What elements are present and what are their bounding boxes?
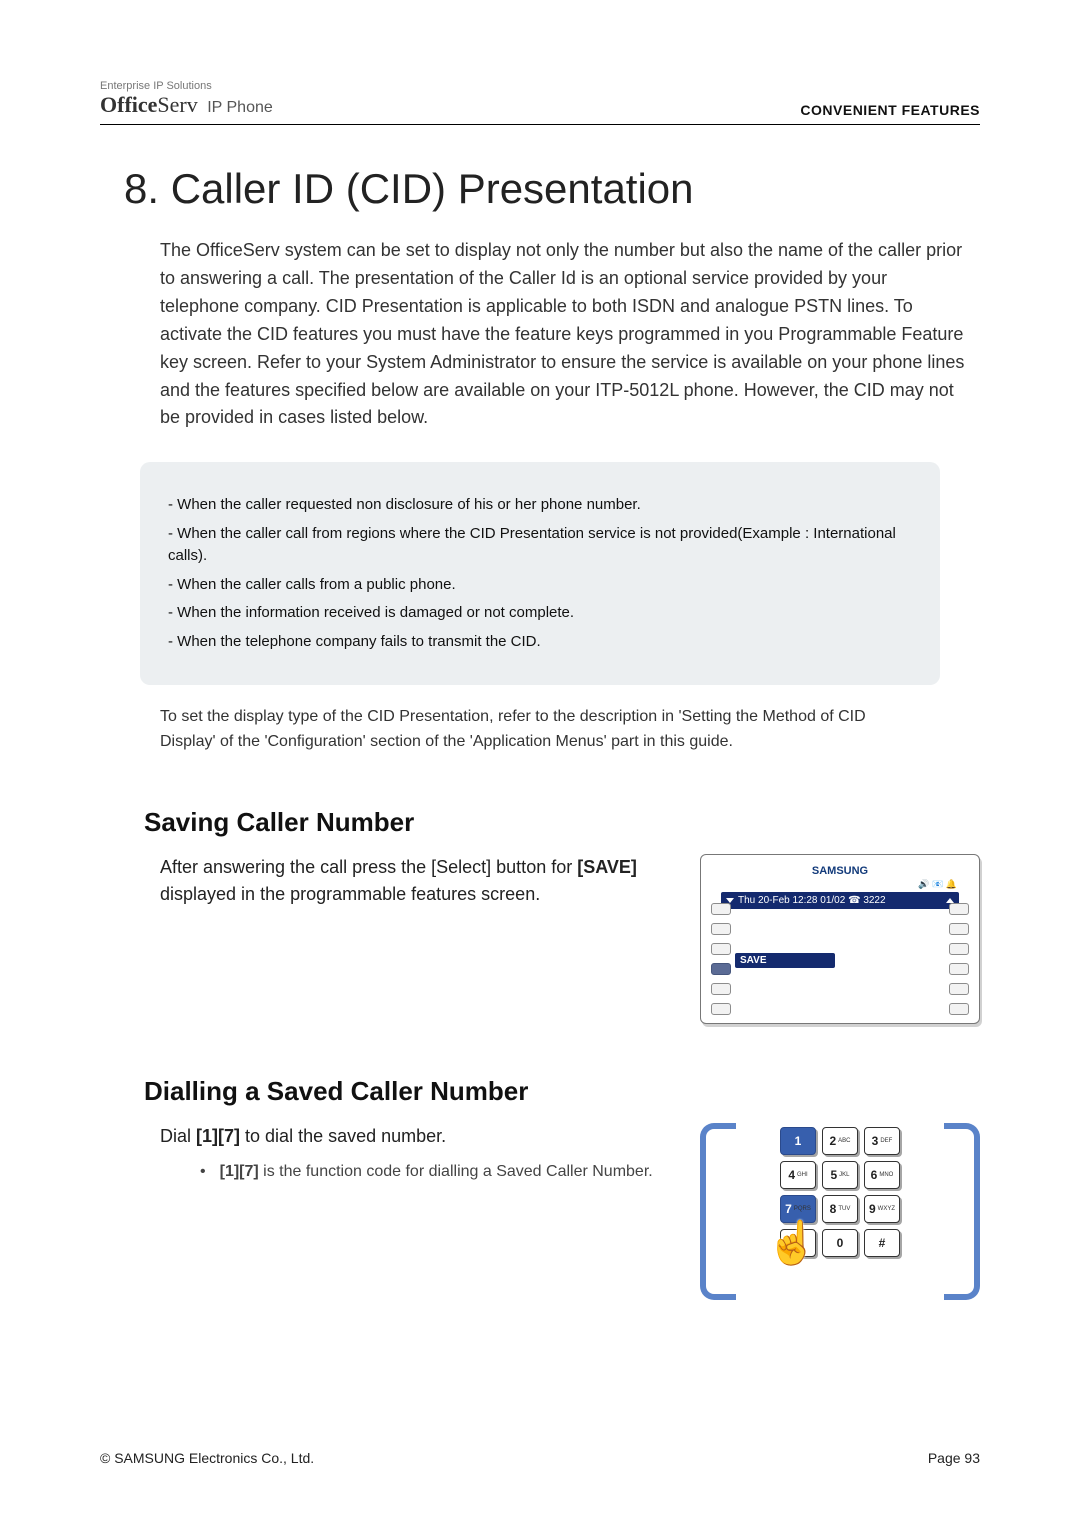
brand-main: OfficeServ IP Phone	[100, 92, 273, 118]
page-title: 8. Caller ID (CID) Presentation	[124, 165, 980, 213]
saving-row: After answering the call press the [Sele…	[160, 854, 980, 1024]
cross-reference-note: To set the display type of the CID Prese…	[160, 705, 920, 755]
bracket-left-icon	[700, 1123, 736, 1300]
bracket-right-icon	[944, 1123, 980, 1300]
key-sub: MNO	[879, 1172, 893, 1178]
feature-buttons-right	[949, 903, 969, 1015]
exceptions-callout: - When the caller requested non disclosu…	[140, 462, 940, 685]
dialling-line: Dial [1][7] to dial the saved number.	[160, 1123, 670, 1150]
key-main: 1	[795, 1134, 802, 1148]
bullet-rest: is the function code for dialling a Save…	[263, 1163, 653, 1180]
key-main: 9	[869, 1202, 876, 1216]
feature-button	[949, 943, 969, 955]
feature-button	[711, 923, 731, 935]
key-main: #	[879, 1236, 886, 1250]
keypad-key-2: 2ABC	[822, 1127, 858, 1155]
callout-line: - When the caller calls from a public ph…	[168, 574, 912, 597]
keypad-key-0: 0	[822, 1229, 858, 1257]
phone-title-bar: Thu 20-Feb 12:28 01/02 ☎ 3222	[721, 892, 959, 909]
key-main: 8	[830, 1202, 837, 1216]
dialling-row: Dial [1][7] to dial the saved number. • …	[160, 1123, 980, 1297]
key-sub: GHI	[797, 1172, 808, 1178]
callout-line: - When the telephone company fails to tr…	[168, 631, 912, 654]
saving-text-post: displayed in the programmable features s…	[160, 884, 540, 904]
dialling-text: Dial [1][7] to dial the saved number. • …	[160, 1123, 670, 1184]
brand-tagline: Enterprise IP Solutions	[100, 80, 273, 92]
saving-text: After answering the call press the [Sele…	[160, 854, 670, 908]
intro-paragraph: The OfficeServ system can be set to disp…	[160, 237, 970, 432]
keypad-key-1: 1	[780, 1127, 816, 1155]
keypad-key-8: 8TUV	[822, 1195, 858, 1223]
keypad-grid: 12ABC3DEF4GHI5JKL6MNO7PQRS8TUV9WXYZ✱0#	[780, 1127, 900, 1257]
key-main: 7	[785, 1202, 792, 1216]
key-main: 0	[837, 1236, 844, 1250]
saving-heading: Saving Caller Number	[144, 807, 980, 838]
brand-rest: Serv	[157, 92, 197, 117]
key-sub: TUV	[838, 1206, 850, 1212]
key-main: 4	[788, 1168, 795, 1182]
brand-sub: IP Phone	[207, 99, 273, 116]
save-feature-label: SAVE	[735, 953, 835, 968]
document-page: Enterprise IP Solutions OfficeServ IP Ph…	[0, 0, 1080, 1526]
keypad-figure: 12ABC3DEF4GHI5JKL6MNO7PQRS8TUV9WXYZ✱0# ☝	[700, 1123, 980, 1297]
saving-text-pre: After answering the call press the [Sele…	[160, 857, 577, 877]
feature-button	[711, 1003, 731, 1015]
phone-title-text: Thu 20-Feb 12:28 01/02 ☎ 3222	[738, 895, 886, 906]
dialling-bullet: • [1][7] is the function code for dialli…	[200, 1160, 670, 1184]
keypad-key-#: #	[864, 1229, 900, 1257]
status-icons: 🔊 📧 🔔	[709, 879, 957, 890]
key-main: ✱	[793, 1236, 803, 1250]
dial-line-pre: Dial	[160, 1126, 196, 1146]
key-sub: WXYZ	[878, 1206, 895, 1212]
brand-block: Enterprise IP Solutions OfficeServ IP Ph…	[100, 80, 273, 118]
key-main: 3	[872, 1134, 879, 1148]
feature-button	[949, 1003, 969, 1015]
keypad-key-✱: ✱	[780, 1229, 816, 1257]
key-sub: JKL	[839, 1172, 849, 1178]
keypad-key-9: 9WXYZ	[864, 1195, 900, 1223]
key-main: 2	[829, 1134, 836, 1148]
bullet-code: [1][7]	[220, 1163, 259, 1180]
feature-button	[949, 923, 969, 935]
feature-button	[711, 983, 731, 995]
feature-button	[949, 903, 969, 915]
copyright: © SAMSUNG Electronics Co., Ltd.	[100, 1450, 314, 1466]
dialling-heading: Dialling a Saved Caller Number	[144, 1076, 980, 1107]
key-sub: ABC	[838, 1138, 850, 1144]
feature-button	[949, 983, 969, 995]
keypad-key-6: 6MNO	[864, 1161, 900, 1189]
brand-bold: Office	[100, 92, 157, 117]
dial-line-bold: [1][7]	[196, 1126, 240, 1146]
feature-button	[711, 903, 731, 915]
saving-text-bold: [SAVE]	[577, 857, 637, 877]
phone-screen-figure: SAMSUNG 🔊 📧 🔔 Thu 20-Feb 12:28 01/02 ☎ 3…	[700, 854, 980, 1024]
feature-button-active	[711, 963, 731, 975]
callout-line: - When the caller requested non disclosu…	[168, 494, 912, 517]
key-sub: DEF	[880, 1138, 892, 1144]
callout-line: - When the caller call from regions wher…	[168, 523, 912, 568]
page-number: Page 93	[928, 1450, 980, 1466]
page-header: Enterprise IP Solutions OfficeServ IP Ph…	[100, 80, 980, 125]
dial-line-post: to dial the saved number.	[245, 1126, 446, 1146]
keypad-key-3: 3DEF	[864, 1127, 900, 1155]
section-label: CONVENIENT FEATURES	[800, 102, 980, 118]
feature-button	[711, 943, 731, 955]
keypad-key-5: 5JKL	[822, 1161, 858, 1189]
page-footer: © SAMSUNG Electronics Co., Ltd. Page 93	[100, 1450, 980, 1466]
key-sub: PQRS	[794, 1206, 811, 1212]
keypad-key-4: 4GHI	[780, 1161, 816, 1189]
phone-brand: SAMSUNG	[709, 865, 971, 877]
callout-line: - When the information received is damag…	[168, 602, 912, 625]
feature-buttons-left	[711, 903, 731, 1015]
keypad-key-7: 7PQRS	[780, 1195, 816, 1223]
bullet-text: [1][7] is the function code for dialling…	[220, 1160, 653, 1184]
key-main: 6	[871, 1168, 878, 1182]
bullet-icon: •	[200, 1160, 206, 1184]
key-main: 5	[830, 1168, 837, 1182]
feature-button	[949, 963, 969, 975]
